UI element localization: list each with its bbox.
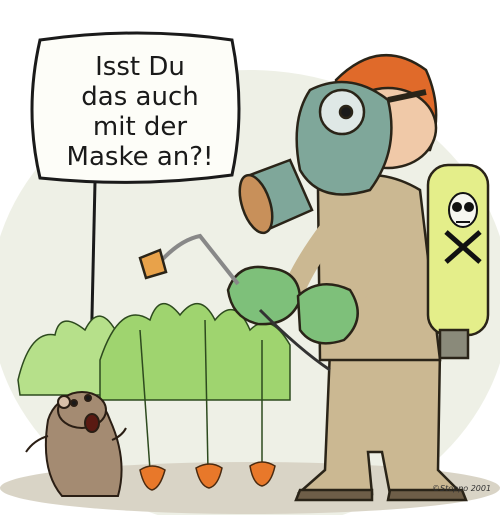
- speech-line: das auch: [81, 82, 199, 112]
- boot: [294, 488, 374, 502]
- speech-line: mit der: [92, 112, 188, 142]
- pesticide-tank: [426, 163, 490, 360]
- speech-bubble-text: Isst Du das auch mit der Maske an?!: [40, 52, 240, 172]
- cartoon-scene: Isst Du das auch mit der Maske an?! ©Sto…: [0, 0, 500, 515]
- speech-line: Isst Du: [95, 52, 185, 82]
- speech-line: Maske an?!: [66, 142, 214, 172]
- artist-signature: ©Stoppo 2001: [432, 484, 492, 493]
